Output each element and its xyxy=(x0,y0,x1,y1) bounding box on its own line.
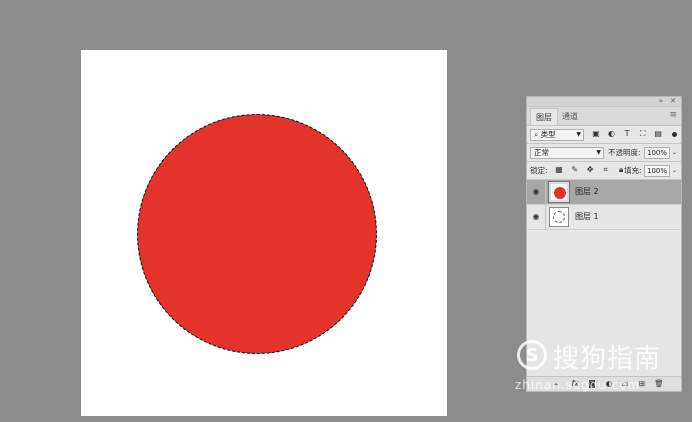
layer-row[interactable]: ◉ 图层 2 xyxy=(527,180,681,205)
lock-artboard-icon[interactable]: ⌗ xyxy=(601,165,611,175)
filter-toggle-icon[interactable] xyxy=(672,132,677,137)
panel-tabs: 图层 通道 ≡ xyxy=(527,107,681,126)
filter-row: ⌕ 类型 ▼ ▣ ◐ T ⛶ ▤ xyxy=(527,126,681,144)
divider xyxy=(545,180,546,204)
document-canvas[interactable] xyxy=(81,50,447,416)
opacity-label: 不透明度: xyxy=(608,148,641,157)
lock-label: 锁定: xyxy=(530,166,548,175)
chevron-down-icon[interactable]: ⌄ xyxy=(672,165,677,177)
layer-name[interactable]: 图层 2 xyxy=(575,186,599,198)
panel-menu-icon[interactable]: ≡ xyxy=(669,110,677,120)
blend-mode-select[interactable]: 正常 ▼ xyxy=(530,147,604,159)
sketch-thumbnail-icon xyxy=(553,211,565,223)
eye-icon[interactable]: ◉ xyxy=(531,187,541,197)
watermark-text: 搜狗指南 xyxy=(553,344,662,374)
fill-input[interactable]: 100% xyxy=(644,165,670,177)
chevron-down-icon: ▼ xyxy=(596,149,601,156)
divider xyxy=(545,205,546,229)
kind-filter-value: 类型 xyxy=(540,130,556,139)
fill-label: 填充: xyxy=(624,166,642,175)
lock-position-icon[interactable]: ✥ xyxy=(585,165,595,175)
chevron-down-icon[interactable]: ⌄ xyxy=(672,147,677,159)
layer-thumbnail[interactable] xyxy=(549,207,569,227)
adjustment-filter-icon[interactable]: ◐ xyxy=(607,129,617,139)
shape-filter-icon[interactable]: ⛶ xyxy=(638,129,648,139)
type-filter-icon[interactable]: T xyxy=(622,129,632,139)
filter-icons: ▣ ◐ T ⛶ ▤ xyxy=(591,129,666,139)
tab-channels[interactable]: 通道 xyxy=(557,108,583,125)
lock-row: 锁定: ▦ ✎ ✥ ⌗ 🔒︎ 填充: 100% ⌄ xyxy=(527,162,681,180)
sogou-logo-icon: S xyxy=(517,340,547,370)
kind-filter-select[interactable]: ⌕ 类型 ▼ xyxy=(530,129,584,141)
panel-title-bar[interactable]: » ✕ xyxy=(527,97,681,107)
layer-row[interactable]: ◉ 图层 1 xyxy=(527,205,681,230)
chevron-down-icon: ▼ xyxy=(576,131,581,138)
lock-image-icon[interactable]: ✎ xyxy=(570,165,580,175)
watermark: S 搜狗指南 zhinan.sogou.com xyxy=(515,338,685,398)
lock-transparent-icon[interactable]: ▦ xyxy=(554,165,564,175)
layer-name[interactable]: 图层 1 xyxy=(575,211,599,223)
search-icon: ⌕ xyxy=(534,130,539,139)
collapse-icon[interactable]: » xyxy=(659,97,663,106)
opacity-input[interactable]: 100% xyxy=(644,147,670,159)
red-circle-thumbnail-icon xyxy=(554,187,566,199)
tab-layers[interactable]: 图层 xyxy=(530,108,558,125)
smart-object-filter-icon[interactable]: ▤ xyxy=(653,129,663,139)
layer-thumbnail[interactable] xyxy=(548,181,570,203)
red-circle-shape[interactable] xyxy=(138,115,376,353)
close-icon[interactable]: ✕ xyxy=(670,97,676,106)
lock-icons: ▦ ✎ ✥ ⌗ 🔒︎ xyxy=(554,165,629,175)
pixel-filter-icon[interactable]: ▣ xyxy=(591,129,601,139)
blend-mode-value: 正常 xyxy=(534,148,549,157)
eye-icon[interactable]: ◉ xyxy=(531,212,541,222)
watermark-url: zhinan.sogou.com xyxy=(515,378,641,392)
layers-list: ◉ 图层 2 ◉ 图层 1 xyxy=(527,180,681,230)
blend-row: 正常 ▼ 不透明度: 100% ⌄ xyxy=(527,144,681,162)
